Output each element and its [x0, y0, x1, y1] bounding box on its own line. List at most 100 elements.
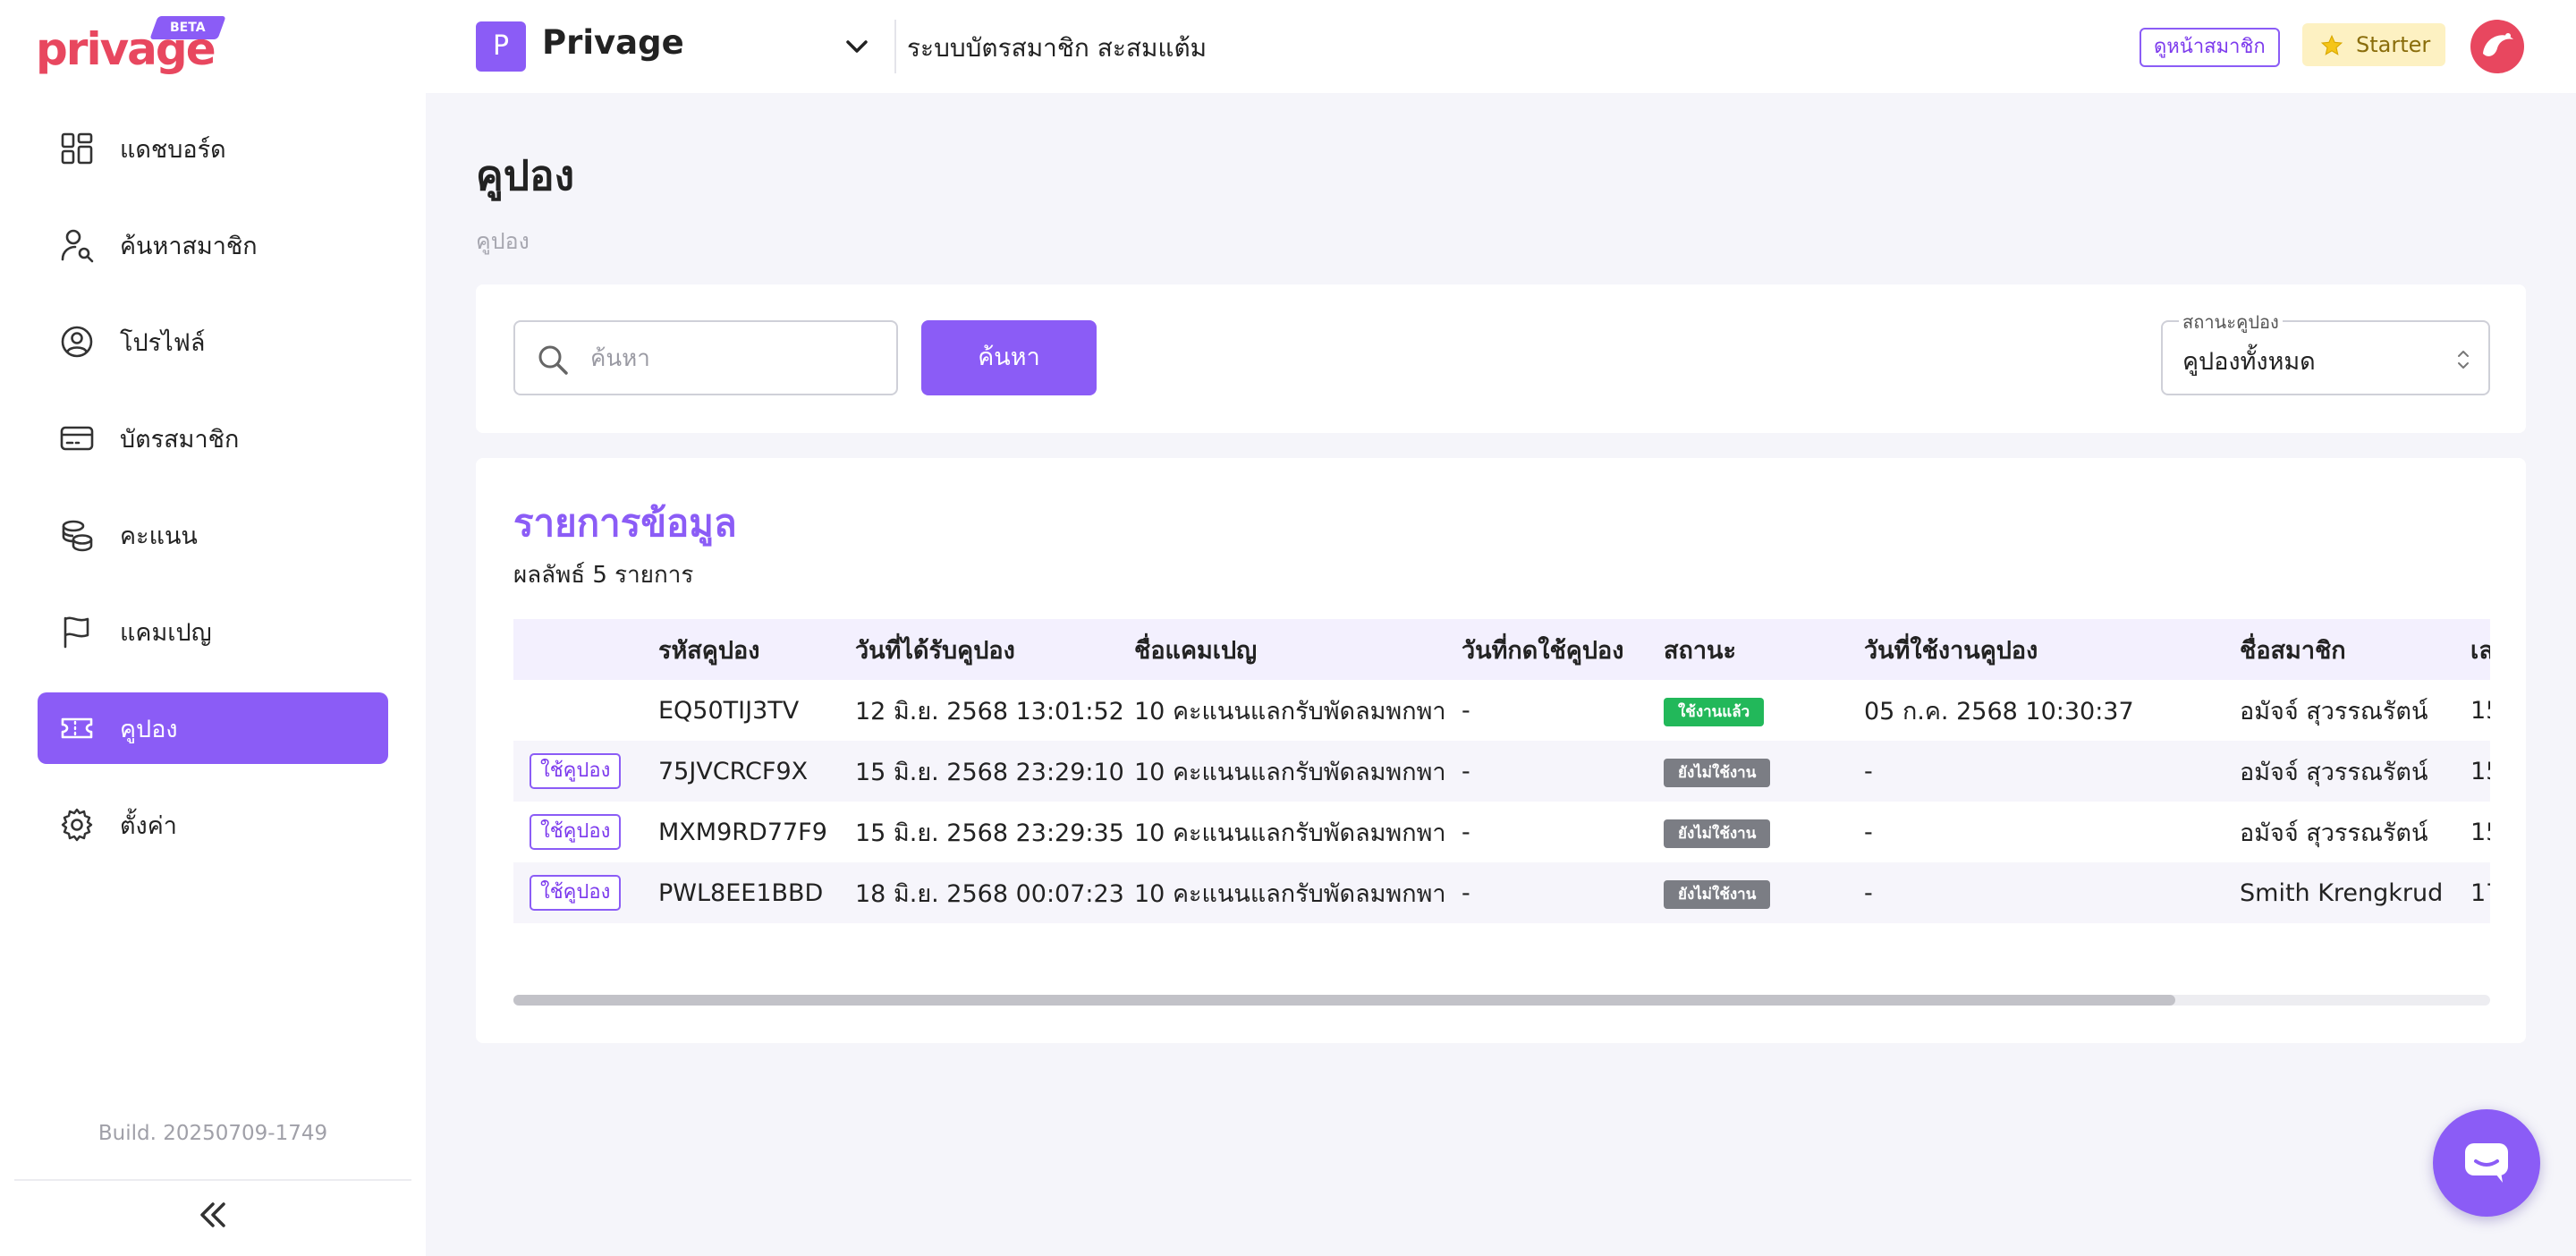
beta-label: BETA [170, 21, 206, 35]
table-row[interactable]: ใช้คูปอง PWL8EE1BBD 18 มิ.ย. 2568 00:07:23… [513, 862, 2490, 923]
sidebar-item-label: แคมเปญ [120, 618, 212, 647]
sidebar-item-ticket[interactable]: คูปอง [38, 692, 388, 764]
ticket-icon [59, 710, 95, 746]
view-member-page-button[interactable]: ดูหน้าสมาชิก [2140, 28, 2280, 67]
extra-column-cell: 15 [2470, 757, 2490, 785]
avatar-logo-icon [2470, 20, 2524, 73]
column-header: วันที่กดใช้คูปอง [1462, 636, 1624, 665]
campaign-name: 10 คะแนนแลกรับพัดลมพกพา [1134, 819, 1446, 847]
sidebar-item-coins[interactable]: คะแนน [38, 499, 388, 571]
coupon-table: รหัสคูปอง วันที่ได้รับคูปอง ชื่อแคมเปญ วันท… [513, 619, 2490, 923]
campaign-name: 10 คะแนนแลกรับพัดลมพกพา [1134, 879, 1446, 908]
table-header-row: รหัสคูปอง วันที่ได้รับคูปอง ชื่อแคมเปญ วันท… [513, 619, 2490, 680]
coupon-code: MXM9RD77F9 [658, 818, 827, 846]
column-header: เล [2470, 636, 2490, 665]
system-name: ระบบบัตรสมาชิก สะสมแต้ม [907, 33, 1208, 63]
privage-logo[interactable]: privage BETA [36, 16, 226, 75]
column-header [513, 619, 651, 680]
sidebar-item-label: ค้นหาสมาชิก [120, 232, 258, 260]
double-chevron-left-icon [200, 1202, 225, 1227]
sidebar-item-profile[interactable]: โปรไฟล์ [38, 306, 388, 378]
received-date: 12 มิ.ย. 2568 13:01:52 [855, 697, 1124, 726]
sidebar-item-label: คะแนน [120, 522, 198, 550]
status-badge: ยังไม่ใช้งาน [1664, 819, 1771, 848]
sidebar-divider [14, 1179, 411, 1181]
campaign-name: 10 คะแนนแลกรับพัดลมพกพา [1134, 697, 1446, 726]
column-header: ชื่อแคมเปญ [1134, 636, 1258, 665]
status-badge: ใช้งานแล้ว [1664, 697, 1765, 726]
search-input[interactable] [590, 336, 886, 381]
extra-column-cell: 15 [2470, 818, 2490, 846]
star-icon [2320, 34, 2343, 55]
search-icon [538, 345, 568, 375]
pressed-date: - [1462, 757, 1470, 785]
coupon-code: EQ50TIJ3TV [658, 696, 800, 725]
status-badge: ยังไม่ใช้งาน [1664, 758, 1771, 787]
use-coupon-button[interactable]: ใช้คูปอง [530, 814, 622, 850]
table-row[interactable]: EQ50TIJ3TV 12 มิ.ย. 2568 13:01:52 10 คะแนน… [513, 680, 2490, 741]
result-count: ผลลัพธ์ 5 รายการ [513, 562, 694, 589]
pressed-date: - [1462, 878, 1470, 907]
sidebar-item-card[interactable]: บัตรสมาชิก [38, 403, 388, 474]
data-card: รายการข้อมูล ผลลัพธ์ 5 รายการ รหัสคูปอง ว… [476, 458, 2526, 1043]
sidebar-item-label: แดชบอร์ด [120, 135, 226, 164]
breadcrumb[interactable]: คูปอง [476, 224, 530, 259]
user-avatar[interactable] [2469, 18, 2526, 75]
member-name: อมัจจ์ สุวรรณรัตน์ [2240, 819, 2428, 847]
column-header: รหัสคูปอง [658, 636, 760, 665]
sidebar: privage BETA แดชบอร์ดค้นหาสมาชิกโปรไฟล์บ… [0, 0, 426, 1256]
sidebar-item-dashboard[interactable]: แดชบอร์ด [38, 113, 388, 184]
flag-icon [59, 614, 95, 649]
sidebar-item-label: ตั้งค่า [120, 811, 177, 840]
status-cell: ยังไม่ใช้งาน [1657, 741, 1857, 802]
received-date: 15 มิ.ย. 2568 23:29:35 [855, 819, 1124, 847]
profile-icon [59, 324, 95, 360]
table-row[interactable]: ใช้คูปอง 75JVCRCF9X 15 มิ.ย. 2568 23:29:10… [513, 741, 2490, 802]
horizontal-scrollbar[interactable] [513, 995, 2490, 1006]
org-switcher-dropdown[interactable] [843, 32, 871, 61]
scrollbar-thumb[interactable] [513, 995, 2175, 1006]
select-arrows-icon [2458, 351, 2469, 369]
column-header: วันที่ได้รับคูปอง [855, 636, 1015, 665]
action-cell: ใช้คูปอง [513, 862, 651, 923]
action-cell: ใช้คูปอง [513, 802, 651, 862]
coupon-code: PWL8EE1BBD [658, 878, 824, 907]
column-header: สถานะ [1664, 636, 1736, 665]
status-select-value: คูปองทั้งหมด [2182, 348, 2316, 376]
used-date: - [1864, 818, 1873, 846]
build-version: Build. 20250709-1749 [97, 1122, 328, 1145]
coupon-table-wrapper[interactable]: รหัสคูปอง วันที่ได้รับคูปอง ชื่อแคมเปญ วันท… [513, 619, 2490, 923]
column-header: ชื่อสมาชิก [2240, 636, 2346, 665]
gear-icon [59, 807, 95, 843]
plan-badge[interactable]: Starter [2302, 23, 2445, 66]
collapse-sidebar-button[interactable] [195, 1199, 231, 1231]
sidebar-item-user-search[interactable]: ค้นหาสมาชิก [38, 209, 388, 281]
coins-icon [59, 517, 95, 553]
used-date: 05 ก.ค. 2568 10:30:37 [1864, 697, 2134, 726]
status-badge: ยังไม่ใช้งาน [1664, 879, 1771, 909]
user-search-icon [59, 227, 95, 263]
data-section-title: รายการข้อมูล [513, 501, 737, 545]
column-header: วันที่ใช้งานคูปอง [1864, 636, 2038, 665]
org-avatar: P [476, 21, 526, 72]
beta-badge: BETA [149, 16, 226, 39]
pressed-date: - [1462, 818, 1470, 846]
sidebar-item-flag[interactable]: แคมเปญ [38, 596, 388, 667]
table-row[interactable]: ใช้คูปอง MXM9RD77F9 15 มิ.ย. 2568 23:29:35… [513, 802, 2490, 862]
used-date: - [1864, 757, 1873, 785]
sidebar-item-gear[interactable]: ตั้งค่า [38, 789, 388, 861]
card-icon [59, 420, 95, 456]
table-body: EQ50TIJ3TV 12 มิ.ย. 2568 13:01:52 10 คะแนน… [513, 680, 2490, 923]
search-button[interactable]: ค้นหา [921, 320, 1097, 395]
chat-support-button[interactable] [2433, 1109, 2540, 1217]
use-coupon-button[interactable]: ใช้คูปอง [530, 875, 622, 911]
page-title: คูปอง [476, 151, 575, 199]
extra-column-cell: 17 [2470, 878, 2490, 907]
sidebar-item-label: โปรไฟล์ [120, 328, 206, 357]
action-cell [513, 680, 651, 741]
status-cell: ยังไม่ใช้งาน [1657, 862, 1857, 923]
use-coupon-button[interactable]: ใช้คูปอง [530, 753, 622, 789]
search-box[interactable] [513, 320, 898, 395]
received-date: 18 มิ.ย. 2568 00:07:23 [855, 879, 1124, 908]
org-name[interactable]: Privage [542, 23, 684, 62]
